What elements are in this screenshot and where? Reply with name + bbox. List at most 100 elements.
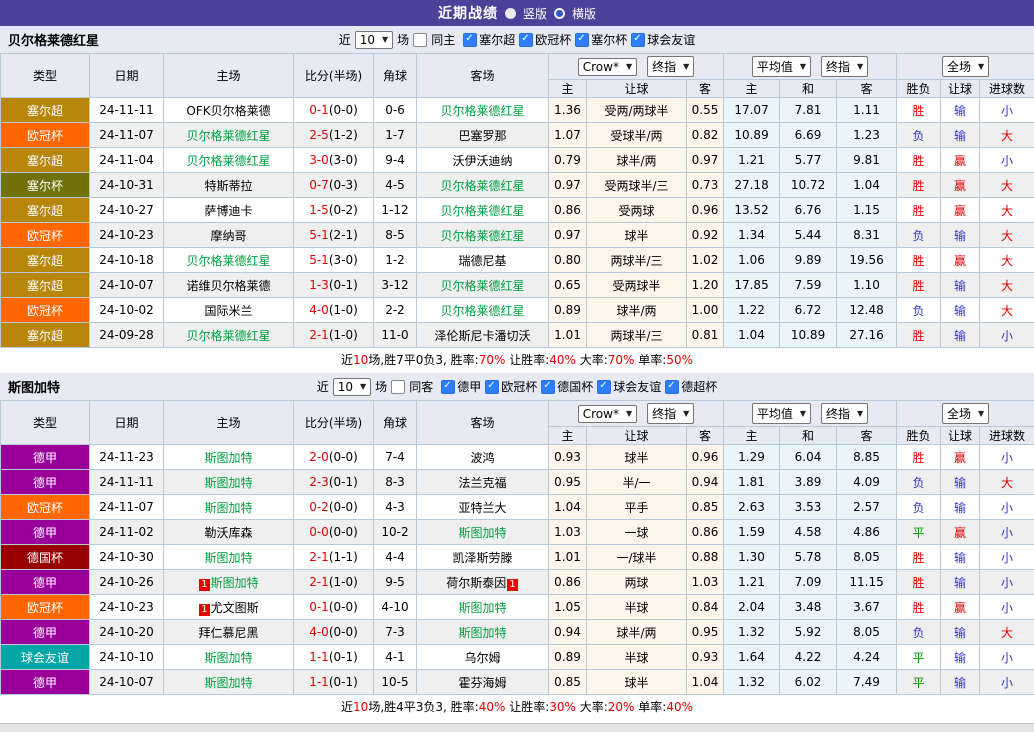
team-link[interactable]: 贝尔格莱德红星 [440, 304, 524, 318]
scope-select[interactable]: 全场 ▼ [941, 403, 990, 424]
team-link[interactable]: 斯图加特 [204, 476, 252, 490]
col-date: 日期 [89, 400, 164, 445]
avg-home-odds: 1.32 [723, 619, 781, 645]
team-link[interactable]: 萨博迪卡 [204, 204, 252, 218]
team-name: 贝尔格莱德红星 [8, 34, 100, 49]
team-link[interactable]: 荷尔斯泰因 [446, 576, 506, 590]
team-link[interactable]: 斯图加特 [204, 651, 252, 665]
team-link[interactable]: 尤文图斯 [211, 601, 259, 615]
games-count-select[interactable]: 10 ▼ [354, 30, 394, 49]
corners: 4-4 [373, 544, 417, 570]
team-link[interactable]: 巴塞罗那 [458, 129, 506, 143]
same-away-checkbox[interactable] [391, 379, 406, 394]
average-select[interactable]: 平均值 ▼ [751, 403, 812, 424]
team-link[interactable]: 贝尔格莱德红星 [186, 254, 270, 268]
team-link[interactable]: 斯图加特 [458, 526, 506, 540]
team-link[interactable]: 瑞德尼基 [458, 254, 506, 268]
team-link[interactable]: 贝尔格莱德红星 [440, 179, 524, 193]
red-card-badge: 1 [199, 578, 210, 591]
same-home-checkbox[interactable] [413, 32, 428, 47]
match-date: 24-11-02 [89, 519, 164, 545]
team-link[interactable]: 贝尔格莱德红星 [186, 154, 270, 168]
odds-time-select[interactable]: 终指 ▼ [647, 403, 695, 424]
team-link[interactable]: 沃伊沃迪纳 [452, 154, 512, 168]
avg-draw-odds: 6.02 [779, 669, 838, 695]
layout-radio-horizontal-label[interactable]: 横版 [572, 5, 596, 22]
scope-select[interactable]: 全场 ▼ [941, 56, 990, 77]
team-link[interactable]: 国际米兰 [204, 304, 252, 318]
league-checkbox[interactable] [631, 32, 646, 47]
average-time-select[interactable]: 终指 ▼ [821, 56, 869, 77]
team-link[interactable]: 斯图加特 [458, 601, 506, 615]
team-link[interactable]: 乌尔姆 [464, 651, 500, 665]
team-link[interactable]: 法兰克福 [458, 476, 506, 490]
team-link[interactable]: 贝尔格莱德红星 [440, 279, 524, 293]
corners: 9-5 [373, 569, 417, 595]
odds-source-select[interactable]: Crow* ▼ [577, 404, 638, 423]
average-select-group: 平均值 ▼ 终指 ▼ [723, 400, 898, 427]
league-checkbox[interactable] [575, 32, 590, 47]
team-link[interactable]: 贝尔格莱德红星 [440, 204, 524, 218]
home-team: 斯图加特 [163, 669, 294, 695]
team-link[interactable]: 斯图加特 [204, 676, 252, 690]
chevron-down-icon: ▼ [683, 62, 690, 71]
odds-source-select[interactable]: Crow* ▼ [577, 57, 638, 76]
average-time-select[interactable]: 终指 ▼ [821, 403, 869, 424]
match-date: 24-10-02 [89, 297, 164, 323]
handicap-home-odds: 0.86 [548, 197, 587, 223]
result-goals: 大 [979, 469, 1034, 495]
handicap-home-odds: 1.07 [548, 122, 587, 148]
league-checkbox[interactable] [463, 32, 478, 47]
team-link[interactable]: 斯图加特 [204, 501, 252, 515]
handicap-line: 一/球半 [586, 544, 687, 570]
team-link[interactable]: 亚特兰大 [458, 501, 506, 515]
col-avg-home: 主 [723, 426, 781, 445]
layout-radio-vertical[interactable] [504, 7, 516, 19]
league-checkbox[interactable] [519, 32, 534, 47]
score: 0-0(0-0) [293, 519, 374, 545]
match-date: 24-10-07 [89, 272, 164, 298]
team-link[interactable]: 贝尔格莱德红星 [440, 104, 524, 118]
team-link[interactable]: 勒沃库森 [204, 526, 252, 540]
league-checkbox-label: 球会友谊 [647, 33, 696, 47]
team-link[interactable]: 贝尔格莱德红星 [186, 129, 270, 143]
team-link[interactable]: 拜仁慕尼黑 [198, 626, 258, 640]
league-checkbox[interactable] [665, 379, 680, 394]
team-link[interactable]: 斯图加特 [204, 551, 252, 565]
corners: 2-2 [373, 297, 417, 323]
away-team: 贝尔格莱德红星 [416, 97, 549, 123]
corners: 3-12 [373, 272, 417, 298]
corners: 0-6 [373, 97, 417, 123]
team-link[interactable]: 摩纳哥 [210, 229, 246, 243]
team-link[interactable]: 斯图加特 [458, 626, 506, 640]
avg-home-odds: 17.07 [723, 97, 781, 123]
league-checkbox[interactable] [597, 379, 612, 394]
layout-radio-vertical-label[interactable]: 竖版 [523, 5, 547, 22]
team-link[interactable]: 波鸿 [470, 451, 494, 465]
match-date: 24-10-23 [89, 222, 164, 248]
league-checkbox[interactable] [485, 379, 500, 394]
home-team: 斯图加特 [163, 644, 294, 670]
team-link[interactable]: 斯图加特 [211, 576, 259, 590]
team-link[interactable]: 诺维贝尔格莱德 [186, 279, 270, 293]
team-link[interactable]: 贝尔格莱德红星 [186, 329, 270, 343]
team-link[interactable]: 特斯蒂拉 [204, 179, 252, 193]
team-link[interactable]: 斯图加特 [204, 451, 252, 465]
team-link[interactable]: OFK贝尔格莱德 [186, 104, 270, 118]
handicap-away-odds: 1.02 [685, 247, 725, 273]
home-team: OFK贝尔格莱德 [163, 97, 294, 123]
result-goals: 大 [979, 172, 1034, 198]
layout-radio-horizontal[interactable] [554, 7, 565, 19]
horizontal-scrollbar[interactable] [0, 723, 1034, 732]
match-date: 24-10-23 [89, 594, 164, 620]
avg-away-odds: 11.15 [836, 569, 898, 595]
average-select[interactable]: 平均值 ▼ [751, 56, 812, 77]
league-checkbox[interactable] [541, 379, 556, 394]
team-link[interactable]: 霍芬海姆 [458, 676, 506, 690]
league-checkbox[interactable] [441, 379, 456, 394]
team-link[interactable]: 凯泽斯劳滕 [452, 551, 512, 565]
team-link[interactable]: 贝尔格莱德红星 [440, 229, 524, 243]
odds-time-select[interactable]: 终指 ▼ [647, 56, 695, 77]
team-link[interactable]: 泽伦斯尼卡潘切沃 [434, 329, 530, 343]
games-count-select[interactable]: 10 ▼ [332, 377, 372, 396]
